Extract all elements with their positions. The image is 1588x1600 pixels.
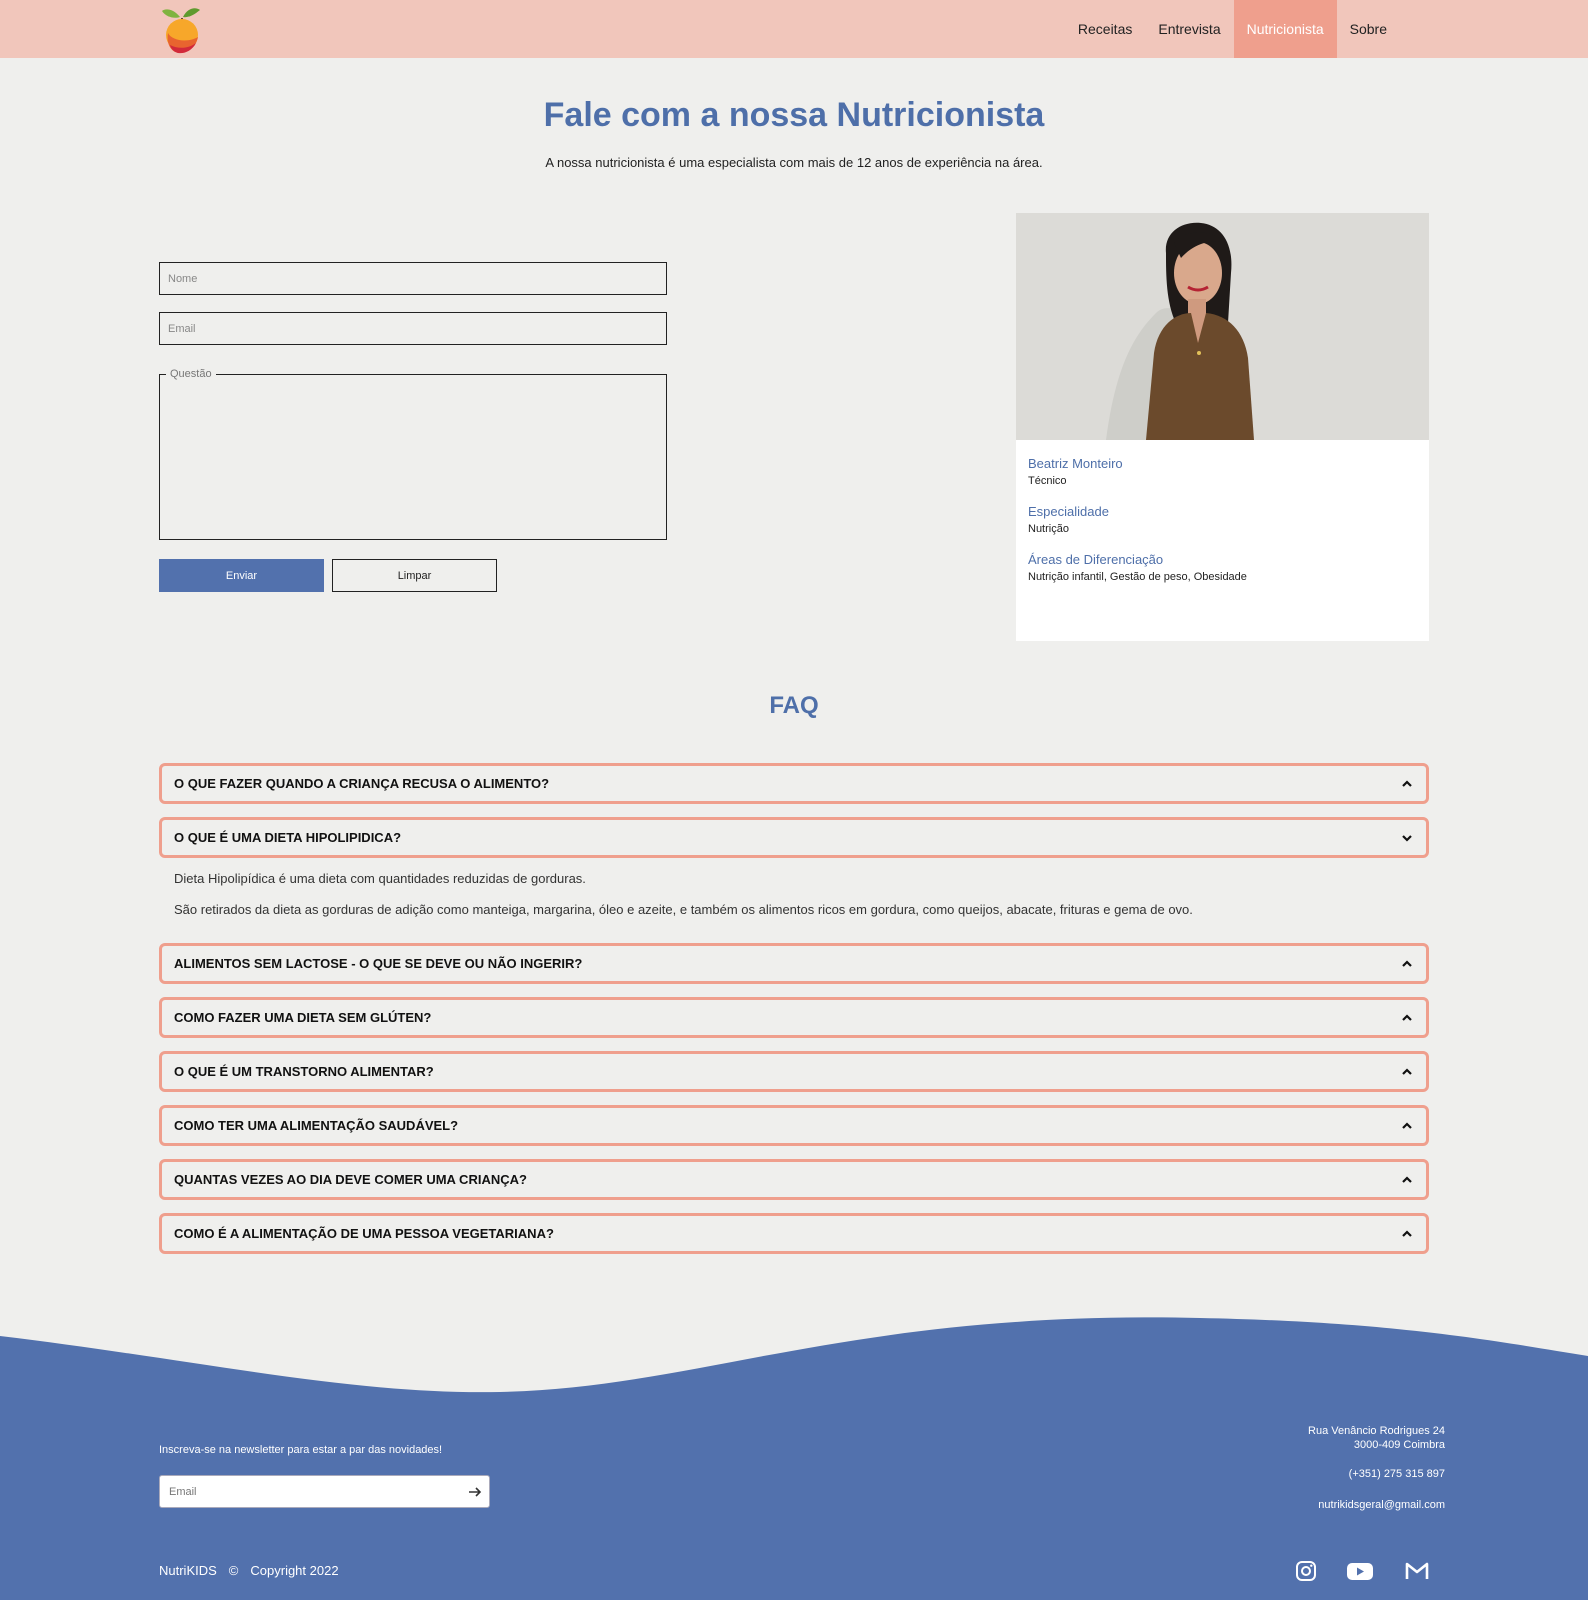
- chevron-down-icon: [1402, 834, 1412, 842]
- specialty-label: Especialidade: [1028, 504, 1109, 519]
- brand-name: NutriKIDS: [159, 1563, 217, 1578]
- nav-item-nutricionista[interactable]: Nutricionista: [1233, 0, 1337, 58]
- faq-question: O QUE FAZER QUANDO A CRIANÇA RECUSA O AL…: [174, 776, 550, 791]
- phone-number: (+351) 275 315 897: [1348, 1468, 1445, 1480]
- clear-button[interactable]: Limpar: [332, 559, 497, 592]
- copyright: NutriKIDS © Copyright 2022: [159, 1563, 339, 1578]
- card-body: Beatriz Monteiro Técnico Especialidade N…: [1016, 440, 1429, 616]
- gmail-icon[interactable]: [1404, 1559, 1430, 1583]
- faq-item[interactable]: O QUE É UM TRANSTORNO ALIMENTAR?: [159, 1051, 1429, 1092]
- card-areas-group: Áreas de Diferenciação Nutrição infantil…: [1028, 552, 1417, 583]
- page-subtitle: A nossa nutricionista é uma especialista…: [545, 155, 1043, 170]
- name-input[interactable]: [159, 262, 667, 295]
- faq-title: FAQ: [769, 692, 819, 719]
- copyright-symbol: ©: [228, 1563, 239, 1578]
- faq-question: COMO TER UMA ALIMENTAÇÃO SAUDÁVEL?: [174, 1118, 459, 1133]
- chevron-up-icon: [1402, 1067, 1412, 1075]
- copyright-text: Copyright 2022: [250, 1563, 339, 1578]
- areas-value: Nutrição infantil, Gestão de peso, Obesi…: [1028, 571, 1247, 583]
- faq-question: ALIMENTOS SEM LACTOSE - O QUE SE DEVE OU…: [174, 956, 583, 971]
- page-title: Fale com a nossa Nutricionista: [543, 96, 1045, 134]
- newsletter-form: [159, 1475, 490, 1508]
- card-specialty-group: Especialidade Nutrição: [1028, 504, 1417, 535]
- arrow-right-icon[interactable]: [467, 1484, 483, 1500]
- chevron-up-icon: [1402, 1229, 1412, 1237]
- faq-answer-paragraph: São retirados da dieta as gorduras de ad…: [174, 902, 1193, 917]
- faq-question: COMO É A ALIMENTAÇÃO DE UMA PESSOA VEGET…: [174, 1226, 554, 1241]
- faq-item[interactable]: ALIMENTOS SEM LACTOSE - O QUE SE DEVE OU…: [159, 943, 1429, 984]
- logo-fruit-icon[interactable]: [158, 3, 206, 55]
- faq-question: COMO FAZER UMA DIETA SEM GLÚTEN?: [174, 1010, 432, 1025]
- question-textarea[interactable]: [160, 380, 666, 535]
- newsletter-email-input[interactable]: [160, 1476, 450, 1507]
- faq-question: O QUE É UM TRANSTORNO ALIMENTAR?: [174, 1064, 434, 1079]
- chevron-up-icon: [1402, 1121, 1412, 1129]
- chevron-up-icon: [1402, 959, 1412, 967]
- specialty-value: Nutrição: [1028, 523, 1069, 535]
- email-input[interactable]: [159, 312, 667, 345]
- question-fieldset: Questão: [159, 368, 667, 540]
- faq-question: QUANTAS VEZES AO DIA DEVE COMER UMA CRIA…: [174, 1172, 527, 1187]
- main-nav: Receitas Entrevista Nutricionista Sobre: [1065, 0, 1400, 58]
- navbar: Receitas Entrevista Nutricionista Sobre: [0, 0, 1588, 58]
- chevron-up-icon: [1402, 1175, 1412, 1183]
- faq-item[interactable]: COMO TER UMA ALIMENTAÇÃO SAUDÁVEL?: [159, 1105, 1429, 1146]
- faq-item[interactable]: QUANTAS VEZES AO DIA DEVE COMER UMA CRIA…: [159, 1159, 1429, 1200]
- areas-label: Áreas de Diferenciação: [1028, 552, 1164, 567]
- faq-item-expanded[interactable]: O QUE É UMA DIETA HIPOLIPIDICA?: [159, 817, 1429, 858]
- faq-item[interactable]: O QUE FAZER QUANDO A CRIANÇA RECUSA O AL…: [159, 763, 1429, 804]
- chevron-up-icon: [1402, 1013, 1412, 1021]
- faq-question: O QUE É UMA DIETA HIPOLIPIDICA?: [174, 830, 402, 845]
- address-line: Rua Venâncio Rodrigues 24: [1308, 1425, 1445, 1437]
- address-line: 3000-409 Coimbra: [1353, 1439, 1445, 1451]
- card-name-group: Beatriz Monteiro Técnico: [1028, 456, 1417, 487]
- faq-answer: Dieta Hipolipídica é uma dieta com quant…: [174, 870, 1424, 919]
- question-label: Questão: [170, 368, 212, 380]
- nutritionist-role: Técnico: [1028, 475, 1067, 487]
- faq-item[interactable]: COMO É A ALIMENTAÇÃO DE UMA PESSOA VEGET…: [159, 1213, 1429, 1254]
- send-button[interactable]: Enviar: [159, 559, 324, 592]
- nutritionist-photo: [1016, 213, 1429, 440]
- address: Rua Venâncio Rodrigues 24 3000-409 Coimb…: [1308, 1424, 1445, 1452]
- newsletter-label: Inscreva-se na newsletter para estar a p…: [159, 1444, 443, 1456]
- nutritionist-card: Beatriz Monteiro Técnico Especialidade N…: [1016, 213, 1429, 641]
- youtube-icon[interactable]: [1346, 1559, 1374, 1583]
- nav-item-receitas[interactable]: Receitas: [1065, 0, 1145, 58]
- chevron-up-icon: [1402, 779, 1412, 787]
- nav-item-entrevista[interactable]: Entrevista: [1145, 0, 1233, 58]
- instagram-icon[interactable]: [1294, 1559, 1318, 1583]
- nutritionist-name: Beatriz Monteiro: [1028, 456, 1123, 471]
- contact-email[interactable]: nutrikidsgeral@gmail.com: [1318, 1498, 1445, 1512]
- faq-item[interactable]: COMO FAZER UMA DIETA SEM GLÚTEN?: [159, 997, 1429, 1038]
- nav-item-sobre[interactable]: Sobre: [1337, 0, 1400, 58]
- faq-answer-paragraph: Dieta Hipolipídica é uma dieta com quant…: [174, 871, 586, 886]
